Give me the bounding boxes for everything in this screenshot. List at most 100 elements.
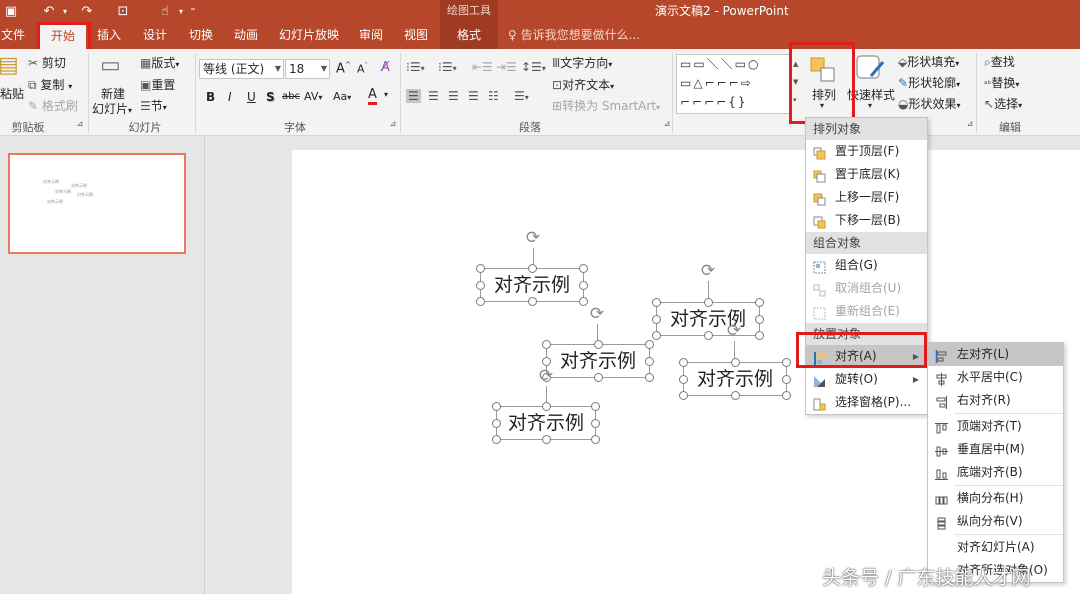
resize-handle[interactable] [679, 391, 688, 400]
resize-handle[interactable] [542, 357, 551, 366]
menu-item-bring-forward[interactable]: 上移一层(F) [806, 186, 927, 209]
clipboard-launcher-icon[interactable]: ⊿ [75, 119, 85, 128]
resize-handle[interactable] [594, 340, 603, 349]
resize-handle[interactable] [782, 358, 791, 367]
touch-dropdown-icon[interactable]: ▾ [176, 7, 186, 16]
redo-icon[interactable]: ↷ [76, 4, 98, 19]
resize-handle[interactable] [704, 331, 713, 340]
resize-handle[interactable] [492, 435, 501, 444]
menu-item-send-backward[interactable]: 下移一层(B) [806, 209, 927, 232]
menu-item-send-to-back[interactable]: 置于底层(K) [806, 163, 927, 186]
rotate-handle-icon[interactable]: ⟳ [724, 321, 744, 341]
align-right-icon[interactable]: ☰ [448, 89, 459, 103]
align-center-icon[interactable]: ☰ [428, 89, 439, 103]
tab-view[interactable]: 视图 [401, 22, 431, 49]
undo-icon[interactable]: ↶ [38, 4, 60, 19]
resize-handle[interactable] [652, 298, 661, 307]
resize-handle[interactable] [652, 315, 661, 324]
quick-styles-dropdown-icon[interactable]: ▾ [868, 101, 872, 110]
tab-review[interactable]: 审阅 [356, 22, 386, 49]
paste-button[interactable]: 粘贴 [0, 85, 24, 102]
resize-handle[interactable] [542, 340, 551, 349]
customize-qat-icon[interactable]: ⁼ [186, 6, 200, 17]
resize-handle[interactable] [542, 435, 551, 444]
resize-handle[interactable] [731, 358, 740, 367]
section-button[interactable]: ☰节▾ [140, 97, 167, 114]
shrink-font-button[interactable]: Aˇ [357, 62, 368, 76]
resize-handle[interactable] [476, 281, 485, 290]
save-icon[interactable]: ▣ [0, 4, 22, 19]
resize-handle[interactable] [579, 281, 588, 290]
shape-outline-button[interactable]: ✎形状轮廓▾ [898, 74, 960, 91]
resize-handle[interactable] [755, 298, 764, 307]
columns-icon[interactable]: ☰▾ [514, 89, 529, 103]
resize-handle[interactable] [492, 402, 501, 411]
font-color-dropdown-icon[interactable]: ▾ [384, 90, 388, 99]
menu-item-selection-pane[interactable]: 选择窗格(P)... [806, 391, 927, 414]
strikethrough-button[interactable]: abc [282, 91, 300, 102]
paragraph-launcher-icon[interactable]: ⊿ [662, 119, 672, 128]
drawing-launcher-icon[interactable]: ⊿ [965, 119, 975, 128]
rotate-handle-icon[interactable]: ⟳ [536, 366, 556, 386]
tab-transitions[interactable]: 切换 [186, 22, 216, 49]
resize-handle[interactable] [476, 297, 485, 306]
char-spacing-button[interactable]: AV▾ [304, 90, 322, 103]
menu-item-align-left[interactable]: 左对齐(L) [928, 343, 1063, 366]
resize-handle[interactable] [492, 419, 501, 428]
paste-icon[interactable]: ▤ [0, 53, 19, 78]
shape-effects-button[interactable]: ◒形状效果▾ [898, 95, 961, 112]
underline-button[interactable]: U [247, 90, 256, 104]
text-shadow-button[interactable]: S [266, 90, 275, 104]
resize-handle[interactable] [679, 358, 688, 367]
menu-item-align-top[interactable]: 顶端对齐(T) [928, 415, 1063, 438]
resize-handle[interactable] [528, 264, 537, 273]
font-name-combo[interactable]: 等线 (正文) ▼ [199, 59, 284, 79]
menu-item-align-to-slide[interactable]: 对齐幻灯片(A) [928, 536, 1063, 559]
resize-handle[interactable] [542, 402, 551, 411]
convert-smartart-button[interactable]: ⊞转换为 SmartArt▾ [552, 97, 660, 114]
tell-me-box[interactable]: ♀ 告诉我您想要做什么... [508, 22, 640, 49]
resize-handle[interactable] [528, 297, 537, 306]
resize-handle[interactable] [679, 375, 688, 384]
shapes-gallery[interactable]: ▭▭＼＼▭○ ▭△⌐⌐⌐⇨ ⌐⌐⌐⌐{} [676, 54, 792, 114]
tab-animations[interactable]: 动画 [231, 22, 261, 49]
tab-format[interactable]: 格式 [440, 22, 498, 49]
new-slide-label-2[interactable]: 幻灯片▾ [92, 100, 132, 117]
shape-fill-button[interactable]: ⬙形状填充▾ [898, 53, 959, 70]
resize-handle[interactable] [645, 373, 654, 382]
increase-indent-icon[interactable]: ⇥☰ [496, 60, 517, 74]
menu-item-distribute-horizontally[interactable]: 横向分布(H) [928, 487, 1063, 510]
tab-insert[interactable]: 插入 [94, 22, 124, 49]
resize-handle[interactable] [731, 391, 740, 400]
bullets-icon[interactable]: ⁝☰▾ [406, 60, 425, 74]
resize-handle[interactable] [476, 264, 485, 273]
resize-handle[interactable] [755, 315, 764, 324]
layout-button[interactable]: ▦版式▾ [140, 54, 179, 71]
change-case-button[interactable]: Aa▾ [333, 90, 351, 103]
align-text-button[interactable]: ⊡对齐文本▾ [552, 76, 614, 93]
text-direction-button[interactable]: Ⅲ文字方向▾ [552, 54, 612, 71]
tab-slideshow[interactable]: 幻灯片放映 [276, 22, 342, 49]
font-size-combo[interactable]: 18 ▼ [285, 59, 330, 79]
replace-button[interactable]: ᵃᵇ替换▾ [984, 74, 1019, 91]
align-left-icon[interactable]: ☰ [406, 89, 421, 103]
resize-handle[interactable] [594, 373, 603, 382]
rotate-handle-icon[interactable]: ⟳ [698, 261, 718, 281]
line-spacing-icon[interactable]: ↕☰▾ [521, 60, 546, 74]
tab-design[interactable]: 设计 [140, 22, 170, 49]
resize-handle[interactable] [704, 298, 713, 307]
format-painter-button[interactable]: ✎ 格式刷 [28, 97, 78, 114]
resize-handle[interactable] [591, 435, 600, 444]
grow-font-button[interactable]: A^ [336, 61, 351, 76]
select-button[interactable]: ↖选择▾ [984, 95, 1022, 112]
menu-item-align-center[interactable]: 水平居中(C) [928, 366, 1063, 389]
menu-item-rotate[interactable]: 旋转(O) ▶ [806, 368, 927, 391]
resize-handle[interactable] [591, 402, 600, 411]
font-launcher-icon[interactable]: ⊿ [388, 119, 398, 128]
menu-item-regroup[interactable]: 重新组合(E) [806, 300, 927, 323]
clear-formatting-icon[interactable]: A̸ [381, 60, 390, 75]
menu-item-align-right[interactable]: 右对齐(R) [928, 389, 1063, 412]
resize-handle[interactable] [591, 419, 600, 428]
undo-dropdown-icon[interactable]: ▾ [60, 7, 70, 16]
touch-mode-icon[interactable]: ☝ [154, 4, 176, 19]
